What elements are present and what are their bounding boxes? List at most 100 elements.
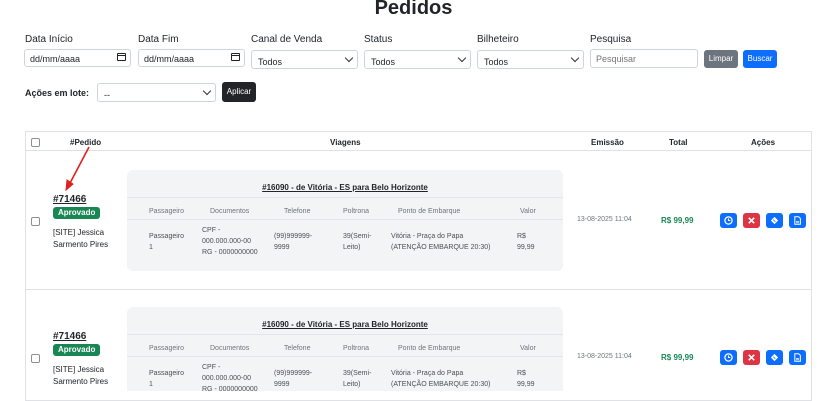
order-link[interactable]: #71466 — [53, 194, 86, 205]
chevron-down-icon — [457, 53, 467, 63]
trip-divider — [127, 356, 563, 357]
passenger-cell: Passageiro 1 — [149, 368, 184, 390]
passenger-number: 1 — [149, 244, 153, 251]
trip-title[interactable]: #16090 - de Vitória - ES para Belo Horiz… — [127, 320, 563, 329]
chevron-down-icon — [202, 86, 212, 96]
buscar-button[interactable]: Buscar — [743, 50, 777, 68]
trip-title[interactable]: #16090 - de Vitória - ES para Belo Horiz… — [127, 183, 563, 192]
total-value: R$ 99,99 — [661, 353, 694, 362]
view-history-button[interactable] — [720, 350, 737, 365]
trip-header-telefone: Telefone — [284, 345, 311, 352]
pdf-icon — [794, 216, 801, 225]
cancel-order-button[interactable] — [743, 213, 760, 228]
status-select[interactable]: Todos — [364, 50, 471, 69]
documents-cell: CPF - 000.000.000-00 RG - 0000000000 — [202, 225, 258, 258]
bilheteiro-select[interactable]: Todos — [477, 50, 584, 69]
chevron-down-icon — [344, 53, 354, 63]
customer-line1: [SITE] Jessica — [53, 228, 105, 237]
value-amount: 99,99 — [517, 244, 535, 251]
trip-card: #16090 - de Vitória - ES para Belo Horiz… — [127, 307, 563, 393]
batch-actions-label: Ações em lote: — [25, 88, 90, 98]
calendar-icon[interactable] — [231, 53, 240, 61]
status-badge: Aprovado — [53, 207, 101, 219]
doc-cpf-value: 000.000.000-00 — [202, 375, 252, 382]
trip-divider — [127, 219, 563, 220]
doc-rg: RG - 0000000000 — [202, 386, 258, 393]
aplicar-button[interactable]: Aplicar — [222, 82, 256, 102]
seat-line1: 39(Semi- — [343, 370, 372, 377]
passenger-cell: Passageiro 1 — [149, 231, 184, 253]
trip-header-documentos: Documentos — [210, 345, 250, 352]
data-inicio-input[interactable]: dd/mm/aaaa — [24, 49, 131, 67]
calendar-icon[interactable] — [117, 53, 126, 61]
boarding-line2: (ATENÇÃO EMBARQUE 20:30) — [391, 381, 491, 388]
row-divider — [25, 289, 812, 290]
row-checkbox[interactable] — [31, 354, 40, 363]
cancel-order-button[interactable] — [743, 350, 760, 365]
status-badge: Aprovado — [53, 344, 101, 356]
trip-header-embarque: Ponto de Embarque — [398, 345, 461, 352]
phone-line2: 9999 — [274, 381, 290, 388]
batch-actions-select[interactable]: -- — [97, 83, 216, 102]
ticket-button[interactable] — [766, 350, 783, 365]
canal-venda-selected: Todos — [258, 57, 283, 67]
boarding-line2: (ATENÇÃO EMBARQUE 20:30) — [391, 244, 491, 251]
order-link[interactable]: #71466 — [53, 331, 86, 342]
seat-cell: 39(Semi- Leito) — [343, 231, 371, 253]
view-history-button[interactable] — [720, 213, 737, 228]
status-selected: Todos — [371, 57, 396, 67]
header-pedido: #Pedido — [70, 138, 102, 147]
page-title: Pedidos — [374, 0, 453, 19]
canal-venda-select[interactable]: Todos — [251, 50, 358, 69]
bilheteiro-label: Bilheteiro — [477, 34, 519, 45]
pdf-button[interactable] — [789, 213, 806, 228]
header-total: Total — [669, 138, 688, 147]
passenger-number: 1 — [149, 381, 153, 388]
boarding-line1: Vitória - Praça do Papa — [391, 370, 464, 377]
seat-line2: Leito) — [343, 244, 361, 251]
passenger-label: Passageiro — [149, 233, 185, 240]
trip-divider — [127, 334, 563, 335]
ticket-icon — [770, 353, 779, 362]
header-divider — [25, 150, 812, 151]
customer-name: [SITE] Jessica Sarmento Pires — [53, 227, 123, 251]
seat-line2: Leito) — [343, 381, 361, 388]
trip-header-passageiro: Passageiro — [149, 345, 185, 352]
data-fim-input[interactable]: dd/mm/aaaa — [138, 49, 245, 67]
trip-card: #16090 - de Vitória - ES para Belo Horiz… — [127, 170, 563, 271]
status-label: Status — [364, 34, 393, 45]
select-all-checkbox[interactable] — [31, 138, 40, 147]
phone-line2: 9999 — [274, 244, 290, 251]
customer-line2: Sarmento Pires — [53, 240, 109, 249]
value-amount: 99,99 — [517, 381, 535, 388]
emissao-date: 13-08-2025 11:04 — [577, 216, 632, 223]
doc-cpf-value: 000.000.000-00 — [202, 238, 252, 245]
customer-line2: Sarmento Pires — [53, 377, 109, 386]
data-inicio-label: Data Início — [25, 34, 73, 45]
limpar-button[interactable]: Limpar — [704, 50, 738, 68]
trip-header-documentos: Documentos — [210, 208, 250, 215]
trip-divider — [127, 197, 563, 198]
pdf-button[interactable] — [789, 350, 806, 365]
value-cell: R$ 99,99 — [517, 368, 535, 390]
doc-rg: RG - 0000000000 — [202, 249, 258, 256]
passenger-label: Passageiro — [149, 370, 185, 377]
x-icon — [748, 354, 755, 361]
row-checkbox[interactable] — [31, 217, 40, 226]
header-acoes: Ações — [751, 138, 776, 147]
boarding-cell: Vitória - Praça do Papa (ATENÇÃO EMBARQU… — [391, 368, 490, 390]
trip-header-valor: Valor — [520, 208, 536, 215]
seat-cell: 39(Semi- Leito) — [343, 368, 371, 390]
ticket-button[interactable] — [766, 213, 783, 228]
customer-line1: [SITE] Jessica — [53, 365, 105, 374]
pesquisa-label: Pesquisa — [590, 34, 632, 45]
clock-icon — [724, 216, 733, 225]
value-currency: R$ — [517, 370, 526, 377]
canal-venda-label: Canal de Venda — [251, 34, 323, 45]
pesquisa-input[interactable] — [590, 49, 698, 68]
data-inicio-value: dd/mm/aaaa — [30, 54, 81, 64]
doc-cpf-label: CPF - — [202, 364, 221, 371]
trip-header-poltrona: Poltrona — [343, 208, 370, 215]
doc-cpf-label: CPF - — [202, 227, 221, 234]
value-currency: R$ — [517, 233, 526, 240]
